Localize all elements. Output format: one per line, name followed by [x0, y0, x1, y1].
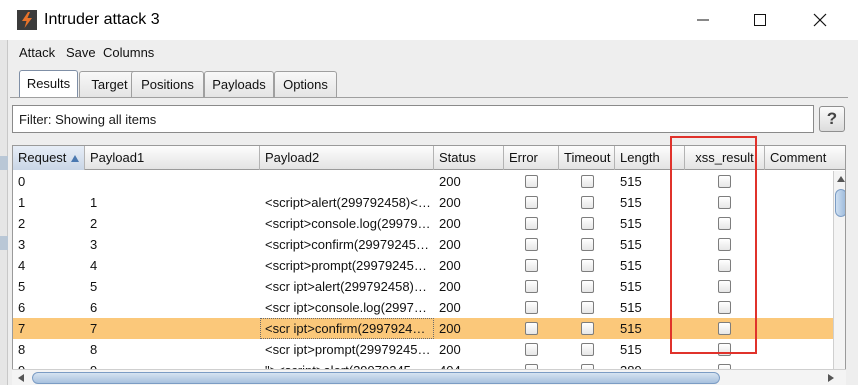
window-title: Intruder attack 3 — [44, 11, 160, 28]
filter-text: Filter: Showing all items — [19, 112, 157, 127]
cell-payload1: 1 — [90, 195, 98, 210]
tab-positions[interactable]: Positions — [131, 71, 204, 97]
menu-bar: Attack Save Columns — [8, 40, 858, 64]
cell-payload2: <scr ipt>prompt(29979245… — [265, 342, 431, 357]
error-checkbox[interactable] — [525, 322, 538, 335]
cell-payload1: 6 — [90, 300, 98, 315]
error-checkbox[interactable] — [525, 238, 538, 251]
cell-payload2: <scr ipt>console.log(2997… — [265, 300, 427, 315]
menu-save[interactable]: Save — [66, 45, 96, 60]
cell-request: 5 — [18, 279, 26, 294]
cell-request: 1 — [18, 195, 26, 210]
cell-payload2: <script>confirm(29979245… — [265, 237, 430, 252]
column-header-timeout[interactable]: Timeout — [559, 146, 615, 170]
cell-status: 200 — [439, 279, 461, 294]
cell-status: 200 — [439, 237, 461, 252]
cell-payload1: 2 — [90, 216, 98, 231]
cell-payload1: 7 — [90, 321, 98, 336]
tab-results[interactable]: Results — [19, 70, 78, 98]
cell-request: 2 — [18, 216, 26, 231]
scroll-right-arrow-icon[interactable] — [828, 374, 834, 382]
column-header-request[interactable]: Request — [13, 146, 85, 170]
timeout-checkbox[interactable] — [581, 217, 594, 230]
column-header-payload2[interactable]: Payload2 — [260, 146, 434, 170]
cell-request: 6 — [18, 300, 26, 315]
cell-request: 7 — [18, 321, 26, 336]
timeout-checkbox[interactable] — [581, 175, 594, 188]
error-checkbox[interactable] — [525, 217, 538, 230]
error-checkbox[interactable] — [525, 280, 538, 293]
close-icon[interactable] — [808, 8, 832, 32]
cell-payload1: 8 — [90, 342, 98, 357]
title-bar: Intruder attack 3 — [0, 0, 858, 40]
cell-status: 200 — [439, 321, 461, 336]
cell-payload1: 5 — [90, 279, 98, 294]
cell-payload1: 3 — [90, 237, 98, 252]
xss-result-highlight-box — [670, 136, 757, 354]
vertical-scrollbar[interactable] — [833, 171, 845, 384]
cell-request: 8 — [18, 342, 26, 357]
background-window-edge — [0, 40, 8, 385]
scroll-up-arrow-icon[interactable] — [837, 176, 845, 182]
help-button[interactable]: ? — [819, 106, 845, 132]
error-checkbox[interactable] — [525, 343, 538, 356]
timeout-checkbox[interactable] — [581, 322, 594, 335]
cell-payload2: <script>console.log(29979… — [265, 216, 431, 231]
sort-ascending-icon — [71, 155, 79, 162]
background-window-marker — [0, 236, 8, 250]
cell-status: 200 — [439, 300, 461, 315]
cell-payload2: <scr ipt>confirm(2997924… — [265, 321, 426, 336]
cell-status: 200 — [439, 342, 461, 357]
cell-status: 200 — [439, 195, 461, 210]
cell-request: 4 — [18, 258, 26, 273]
tab-payloads[interactable]: Payloads — [204, 71, 274, 97]
error-checkbox[interactable] — [525, 259, 538, 272]
error-checkbox[interactable] — [525, 196, 538, 209]
column-header-comment[interactable]: Comment — [765, 146, 845, 170]
column-header-label: Request — [18, 150, 67, 165]
timeout-checkbox[interactable] — [581, 280, 594, 293]
help-icon: ? — [826, 109, 838, 128]
horizontal-scroll-thumb[interactable] — [32, 372, 720, 384]
scroll-left-arrow-icon[interactable] — [18, 374, 24, 382]
filter-bar[interactable]: Filter: Showing all items — [12, 105, 814, 133]
burp-lightning-icon — [17, 10, 37, 30]
error-checkbox[interactable] — [525, 175, 538, 188]
cell-status: 200 — [439, 174, 461, 189]
cell-payload2: <script>alert(299792458)<… — [265, 195, 431, 210]
column-header-status[interactable]: Status — [434, 146, 504, 170]
cell-payload2: <scr ipt>alert(299792458)… — [265, 279, 427, 294]
cell-request: 3 — [18, 237, 26, 252]
timeout-checkbox[interactable] — [581, 343, 594, 356]
timeout-checkbox[interactable] — [581, 259, 594, 272]
tab-options[interactable]: Options — [274, 71, 337, 97]
cell-payload1: 4 — [90, 258, 98, 273]
timeout-checkbox[interactable] — [581, 301, 594, 314]
cell-payload2: <script>prompt(29979245… — [265, 258, 427, 273]
minimize-icon[interactable] — [691, 8, 715, 32]
cell-status: 200 — [439, 216, 461, 231]
menu-attack[interactable]: Attack — [19, 45, 55, 60]
cell-request: 0 — [18, 174, 26, 189]
menu-columns[interactable]: Columns — [103, 45, 154, 60]
horizontal-scrollbar[interactable] — [12, 369, 846, 385]
error-checkbox[interactable] — [525, 301, 538, 314]
cell-status: 200 — [439, 258, 461, 273]
background-window-marker — [0, 156, 8, 170]
timeout-checkbox[interactable] — [581, 238, 594, 251]
maximize-icon[interactable] — [748, 8, 772, 32]
timeout-checkbox[interactable] — [581, 196, 594, 209]
column-header-payload1[interactable]: Payload1 — [85, 146, 260, 170]
column-header-error[interactable]: Error — [504, 146, 559, 170]
vertical-scroll-thumb[interactable] — [835, 189, 845, 217]
